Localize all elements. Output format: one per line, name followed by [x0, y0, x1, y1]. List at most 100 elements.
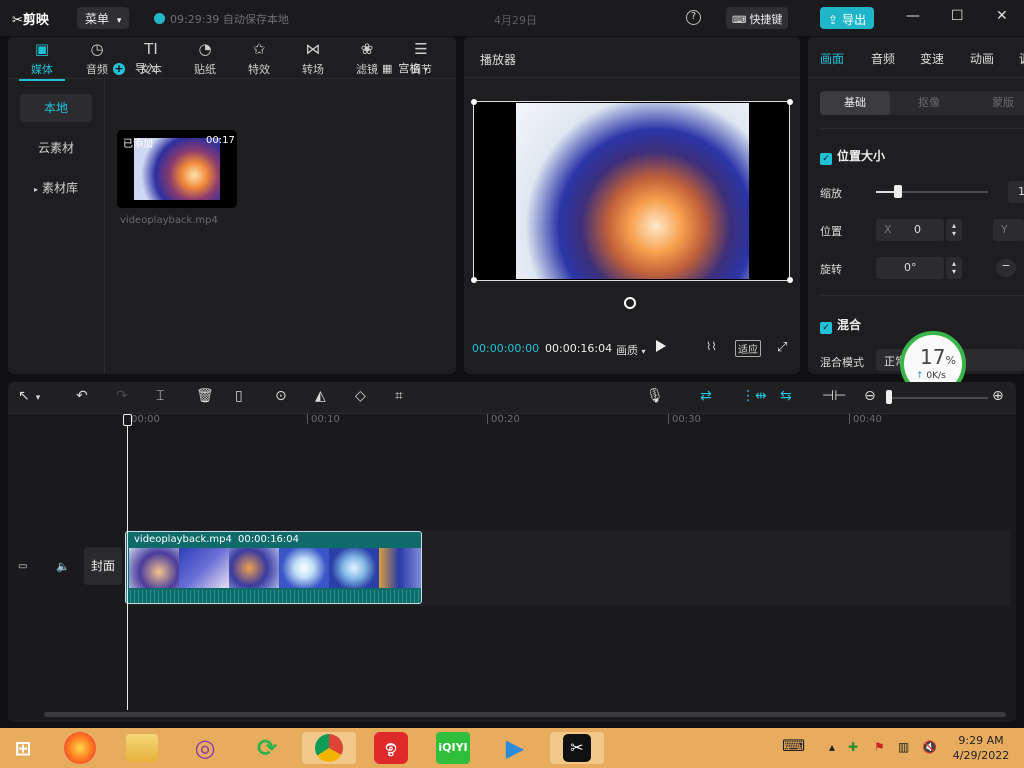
upload-arrow-icon: ↑ [916, 371, 924, 381]
undo-icon[interactable]: ↶ [76, 388, 88, 404]
video-player-icon[interactable]: ▶ [498, 732, 532, 764]
iqiyi-icon[interactable]: iQIYI [436, 732, 470, 764]
resize-handle[interactable] [471, 277, 477, 283]
maximize-icon[interactable]: ☐ [951, 8, 964, 24]
subtab-basic[interactable]: 基础 [820, 91, 890, 115]
microphone-icon[interactable]: 🎙 [646, 388, 664, 404]
tool-sticker[interactable]: ◔ 贴纸 [182, 40, 228, 77]
tab-adjust[interactable]: 调 [1019, 50, 1024, 67]
subtab-cutout[interactable]: 抠像 [894, 91, 964, 115]
fullscreen-icon[interactable]: ⤢ [777, 340, 787, 355]
scale-input[interactable]: 1 [1008, 181, 1024, 203]
rotate-label: 旋转 [820, 263, 842, 276]
ruler-label: 00:40 [853, 414, 882, 425]
subtab-mask[interactable]: 蒙版 [968, 91, 1024, 115]
tab-audio[interactable]: 音频 [871, 50, 895, 67]
windows-start-icon[interactable]: ⊞ [6, 732, 40, 764]
minimize-icon[interactable]: — [906, 8, 920, 24]
fit-button[interactable]: 适应 [735, 340, 761, 357]
main-track-magnet-icon[interactable]: ⇄ [700, 388, 712, 404]
zoom-out-icon[interactable]: ⊖ [864, 388, 876, 404]
zoom-slider-knob[interactable] [886, 390, 892, 404]
tool-label: 转场 [302, 63, 324, 76]
player-title: 播放器 [480, 53, 517, 67]
volume-muted-icon[interactable]: 🔇 [922, 740, 937, 754]
track-video-icon[interactable]: ▭ [18, 561, 27, 572]
tool-transition[interactable]: ⋈ 转场 [290, 40, 336, 77]
crop-icon[interactable]: ⌗ [395, 388, 403, 404]
blend-section[interactable]: ✓ 混合 [820, 316, 861, 334]
chrome-taskbar-button[interactable] [302, 732, 356, 764]
quality-dropdown[interactable]: 画质 ▾ [616, 342, 646, 358]
keyboard-tray-icon[interactable]: ⌨ [782, 736, 805, 755]
video-preview[interactable] [471, 99, 793, 283]
position-x-input[interactable]: X0 [876, 219, 944, 241]
playhead-handle[interactable] [123, 414, 132, 426]
position-y-input[interactable]: Y [993, 219, 1024, 241]
sidenav-library[interactable]: ▸ 素材库 [20, 174, 92, 202]
tab-animation[interactable]: 动画 [970, 50, 994, 67]
position-size-section[interactable]: ✓ 位置大小 [820, 147, 885, 165]
mirror-icon[interactable]: ◭ [315, 388, 326, 404]
system-clock[interactable]: 9:29 AM 4/29/2022 [948, 733, 1014, 763]
rotate-handle-icon[interactable] [624, 297, 636, 309]
chevron-down-icon: ▾ [116, 16, 122, 26]
file-explorer-icon[interactable] [126, 734, 158, 762]
tool-media[interactable]: ▣ 媒体 [19, 40, 65, 81]
playhead[interactable] [127, 416, 128, 710]
auto-snap-icon[interactable]: ⋮⇹ [741, 388, 767, 404]
resize-handle[interactable] [787, 99, 793, 105]
tab-speed[interactable]: 变速 [920, 50, 944, 67]
view-toggle[interactable]: ▦ 宫格 ▾ [382, 60, 428, 76]
export-button[interactable]: ⇪ 导出 [820, 7, 874, 29]
video-clip[interactable]: videoplayback.mp4 00:00:16:04 [125, 531, 422, 604]
text-icon: TI [144, 40, 158, 58]
tool-effects[interactable]: ✩ 特效 [236, 40, 282, 77]
play-icon[interactable] [656, 340, 666, 352]
tab-picture[interactable]: 画面 [820, 50, 844, 67]
resize-handle[interactable] [471, 99, 477, 105]
tray-flag-icon[interactable]: ⚑ [874, 740, 885, 754]
track-volume-icon[interactable]: 🔈 [56, 560, 70, 573]
app-spiral-icon[interactable]: ◎ [188, 732, 222, 764]
help-icon[interactable]: ? [686, 10, 701, 25]
timeline-scrollbar[interactable] [44, 712, 1006, 717]
blend-mode-label: 混合模式 [820, 356, 864, 369]
preview-axis-icon[interactable]: ⊣⊢ [822, 388, 846, 404]
shortcut-button[interactable]: ⌨ 快捷键 [726, 7, 788, 29]
scale-slider-knob[interactable] [894, 185, 902, 198]
clock-date: 4/29/2022 [952, 749, 1010, 762]
resize-handle[interactable] [787, 277, 793, 283]
freeze-frame-icon[interactable]: ▯ [235, 388, 243, 404]
filter-icon: ❀ [360, 40, 374, 58]
waveform-icon[interactable]: ⌇⌇ [706, 340, 717, 353]
import-button[interactable]: + 导入 [113, 60, 157, 76]
menu-button[interactable]: 菜单 ▾ [77, 7, 129, 29]
tray-expand-icon[interactable]: ▴ [829, 740, 835, 754]
rotate-dial-icon[interactable]: − [996, 259, 1016, 277]
rotate-icon[interactable]: ◇ [355, 388, 366, 404]
delete-icon[interactable]: 🗑 [196, 388, 214, 404]
network-icon[interactable]: ▥ [898, 740, 909, 754]
reverse-icon[interactable]: ⊙ [275, 388, 287, 404]
tray-app-icon[interactable]: ✚ [848, 740, 858, 754]
sidenav-cloud[interactable]: 云素材 [20, 134, 92, 162]
cover-button[interactable]: 封面 [84, 547, 122, 585]
close-icon[interactable]: ✕ [996, 8, 1008, 24]
zoom-slider-track[interactable] [888, 397, 988, 399]
sync-app-icon[interactable]: ⟳ [250, 732, 284, 764]
capcut-taskbar-button[interactable]: ✂ [550, 732, 604, 764]
split-icon[interactable]: ⌶ [156, 388, 164, 404]
sidenav-local[interactable]: 本地 [20, 94, 92, 122]
netease-music-icon[interactable]: ඉ [374, 732, 408, 764]
linkage-icon[interactable]: ⇆ [780, 388, 792, 404]
rotate-input[interactable]: 0° [876, 257, 944, 279]
zoom-in-icon[interactable]: ⊕ [992, 388, 1004, 404]
x-stepper-icon[interactable]: ▴ ▾ [946, 219, 962, 241]
divider [820, 295, 1024, 296]
rotate-stepper-icon[interactable]: ▴ ▾ [946, 257, 962, 279]
firefox-icon[interactable] [64, 732, 96, 764]
scale-label: 缩放 [820, 187, 842, 200]
ruler-label: 00:10 [311, 414, 340, 425]
select-cursor-icon[interactable]: ↖ ▾ [18, 388, 40, 404]
